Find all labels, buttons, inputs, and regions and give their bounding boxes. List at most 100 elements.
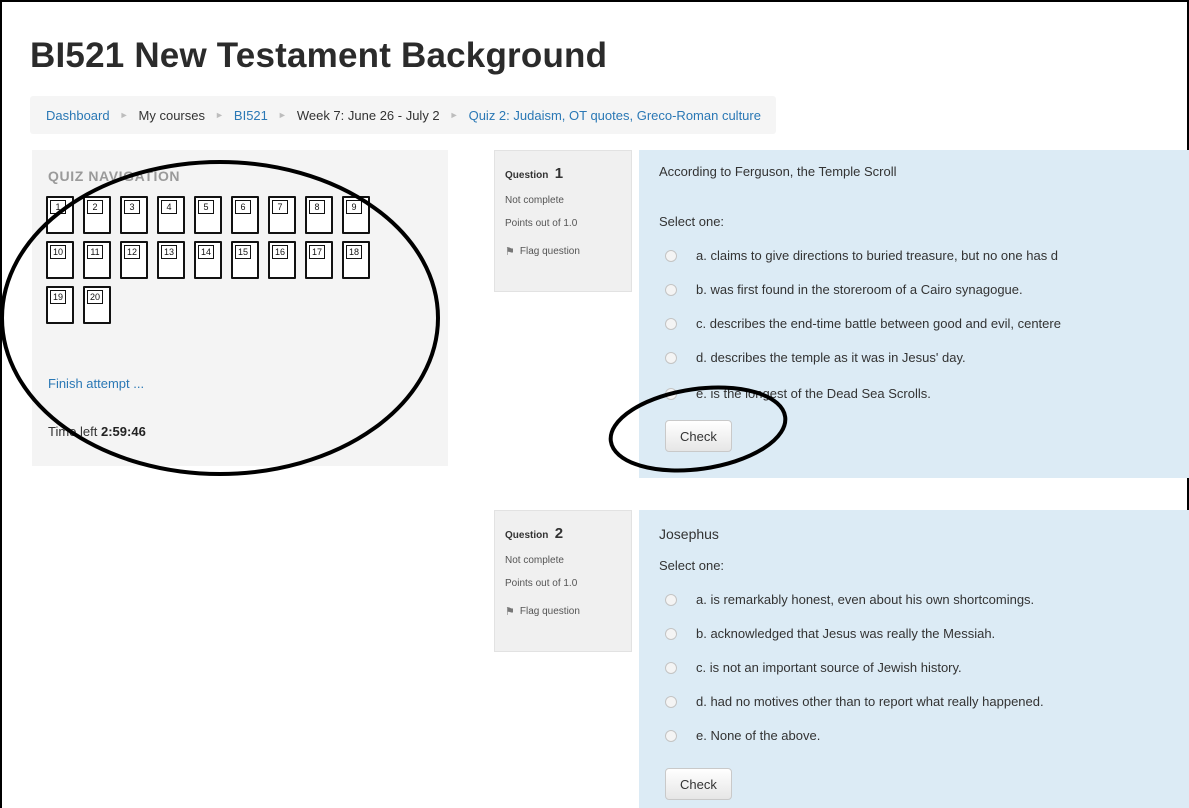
question-nav-number: 13 — [161, 245, 177, 259]
answer-option[interactable]: b. acknowledged that Jesus was really th… — [665, 626, 995, 641]
breadcrumb-quiz[interactable]: Quiz 2: Judaism, OT quotes, Greco-Roman … — [469, 108, 761, 123]
question-1-info: Question 1 Not complete Points out of 1.… — [494, 150, 632, 292]
answer-option[interactable]: c. describes the end-time battle between… — [665, 316, 1061, 331]
radio-icon[interactable] — [665, 387, 677, 400]
question-nav-button[interactable]: 1 — [46, 196, 74, 234]
question-nav-button[interactable]: 12 — [120, 241, 148, 279]
flag-icon: ⚑ — [505, 606, 515, 618]
radio-icon[interactable] — [665, 661, 677, 674]
radio-icon[interactable] — [665, 317, 677, 330]
question-nav-number: 3 — [124, 200, 140, 214]
time-left: Time left 2:59:46 — [48, 424, 146, 439]
question-nav-number: 9 — [346, 200, 362, 214]
question-nav-button[interactable]: 4 — [157, 196, 185, 234]
breadcrumb-week[interactable]: Week 7: June 26 - July 2 — [297, 108, 440, 123]
question-label: Question — [505, 170, 549, 181]
radio-icon[interactable] — [665, 283, 677, 296]
answer-label: c. describes the end-time battle between… — [696, 316, 1061, 331]
time-left-value: 2:59:46 — [100, 424, 146, 439]
answer-label: c. is not an important source of Jewish … — [696, 660, 962, 675]
question-points: Points out of 1.0 — [505, 218, 578, 229]
question-number: 1 — [554, 165, 564, 182]
question-nav-button[interactable]: 17 — [305, 241, 333, 279]
question-number: 2 — [554, 525, 564, 542]
question-nav-number: 12 — [124, 245, 140, 259]
question-nav-button[interactable]: 16 — [268, 241, 296, 279]
question-1-content: According to Ferguson, the Temple Scroll… — [639, 150, 1189, 478]
question-nav-button[interactable]: 11 — [83, 241, 111, 279]
quiz-navigation-block: QUIZ NAVIGATION 1 2 3 4 5 6 7 8 9 10 11 … — [32, 150, 448, 466]
question-nav-number: 5 — [198, 200, 214, 214]
radio-icon[interactable] — [665, 695, 677, 708]
question-nav-button[interactable]: 19 — [46, 286, 74, 324]
question-nav-number: 7 — [272, 200, 288, 214]
answer-option[interactable]: e. is the longest of the Dead Sea Scroll… — [665, 386, 931, 401]
question-nav-button[interactable]: 20 — [83, 286, 111, 324]
question-nav-number: 2 — [87, 200, 103, 214]
question-nav-number: 19 — [50, 290, 66, 304]
flag-question-link[interactable]: ⚑ Flag question — [505, 605, 621, 618]
question-nav-number: 15 — [235, 245, 251, 259]
answer-label: b. was first found in the storeroom of a… — [696, 282, 1023, 297]
radio-icon[interactable] — [665, 627, 677, 640]
answer-label: b. acknowledged that Jesus was really th… — [696, 626, 996, 641]
check-button[interactable]: Check — [665, 420, 732, 452]
question-label: Question — [505, 530, 549, 541]
question-nav-button[interactable]: 6 — [231, 196, 259, 234]
question-nav-number: 11 — [87, 245, 103, 259]
answer-label: a. claims to give directions to buried t… — [696, 248, 1059, 263]
breadcrumb-my-courses[interactable]: My courses — [139, 108, 205, 123]
check-button[interactable]: Check — [665, 768, 732, 800]
answer-option[interactable]: b. was first found in the storeroom of a… — [665, 282, 1023, 297]
select-one-prompt: Select one: — [659, 558, 725, 573]
answer-option[interactable]: a. is remarkably honest, even about his … — [665, 592, 1034, 607]
question-nav-button[interactable]: 13 — [157, 241, 185, 279]
question-2-info: Question 2 Not complete Points out of 1.… — [494, 510, 632, 652]
flag-question-link[interactable]: ⚑ Flag question — [505, 245, 621, 258]
question-nav-number: 16 — [272, 245, 288, 259]
quiz-navigation-grid: 1 2 3 4 5 6 7 8 9 10 11 12 13 14 15 16 1… — [46, 196, 406, 324]
breadcrumb-course[interactable]: BI521 — [234, 108, 268, 123]
flag-question-label: Flag question — [519, 246, 580, 257]
radio-icon[interactable] — [665, 249, 677, 262]
question-nav-button[interactable]: 7 — [268, 196, 296, 234]
chevron-right-icon: ► — [119, 110, 129, 120]
radio-icon[interactable] — [665, 729, 677, 742]
breadcrumb: Dashboard ► My courses ► BI521 ► Week 7:… — [30, 96, 776, 134]
question-nav-button[interactable]: 15 — [231, 241, 259, 279]
question-nav-button[interactable]: 14 — [194, 241, 222, 279]
chevron-right-icon: ► — [215, 110, 224, 120]
question-nav-button[interactable]: 8 — [305, 196, 333, 234]
chevron-right-icon: ► — [277, 110, 287, 120]
question-nav-number: 10 — [50, 245, 66, 259]
radio-icon[interactable] — [665, 593, 677, 606]
answer-option[interactable]: c. is not an important source of Jewish … — [665, 660, 962, 675]
question-nav-number: 17 — [309, 245, 325, 259]
question-state: Not complete — [505, 555, 564, 566]
answer-label: a. is remarkably honest, even about his … — [696, 592, 1035, 607]
question-nav-button[interactable]: 18 — [342, 241, 370, 279]
answer-option[interactable]: d. describes the temple as it was in Jes… — [665, 350, 966, 365]
breadcrumb-dashboard[interactable]: Dashboard — [46, 108, 110, 123]
question-nav-number: 1 — [50, 200, 66, 214]
question-nav-button[interactable]: 5 — [194, 196, 222, 234]
question-text: Josephus — [659, 526, 719, 542]
question-nav-button[interactable]: 2 — [83, 196, 111, 234]
answer-label: d. had no motives other than to report w… — [696, 694, 1044, 709]
quiz-navigation-title: QUIZ NAVIGATION — [48, 168, 181, 184]
answer-option[interactable]: e. None of the above. — [665, 728, 820, 743]
page-title: BI521 New Testament Background — [30, 36, 608, 75]
flag-icon: ⚑ — [505, 246, 515, 258]
question-nav-number: 4 — [161, 200, 177, 214]
question-nav-button[interactable]: 10 — [46, 241, 74, 279]
question-2-content: Josephus Select one: a. is remarkably ho… — [639, 510, 1189, 808]
answer-option[interactable]: a. claims to give directions to buried t… — [665, 248, 1058, 263]
question-nav-number: 14 — [198, 245, 214, 259]
finish-attempt-link[interactable]: Finish attempt ... — [48, 376, 144, 391]
question-nav-number: 18 — [346, 245, 362, 259]
answer-label: e. None of the above. — [696, 728, 821, 743]
answer-option[interactable]: d. had no motives other than to report w… — [665, 694, 1044, 709]
question-nav-button[interactable]: 9 — [342, 196, 370, 234]
radio-icon[interactable] — [665, 351, 677, 364]
question-nav-button[interactable]: 3 — [120, 196, 148, 234]
